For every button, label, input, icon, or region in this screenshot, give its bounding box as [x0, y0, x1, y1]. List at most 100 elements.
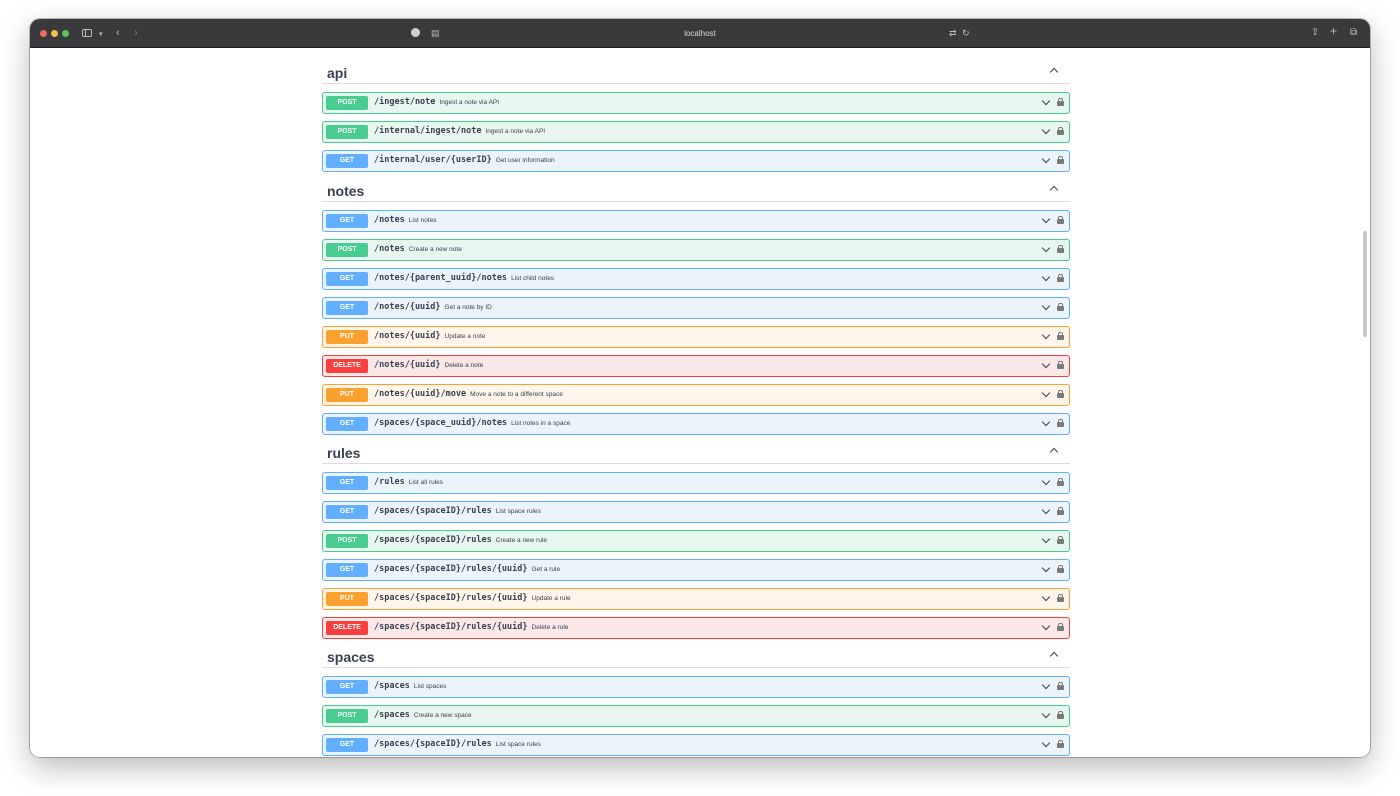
lock-icon[interactable]	[1057, 594, 1064, 602]
operation-row[interactable]: PUT/spaces/{spaceID}/rules/{uuid} Update …	[322, 588, 1070, 610]
operation-path: /rules	[374, 477, 405, 487]
lock-icon[interactable]	[1057, 682, 1064, 690]
lock-icon[interactable]	[1057, 245, 1064, 253]
chevron-down-icon[interactable]	[1042, 127, 1049, 134]
chevron-down-icon[interactable]	[1042, 303, 1049, 310]
operation-row[interactable]: GET/rules List all rules	[322, 472, 1070, 494]
chevron-down-icon[interactable]	[1042, 594, 1049, 601]
operation-summary: Create a new rule	[495, 537, 548, 544]
chevron-down-icon[interactable]	[1042, 623, 1049, 630]
address-bar[interactable]: localhost	[400, 24, 1000, 43]
chevron-down-icon[interactable]	[1042, 274, 1049, 281]
chevron-down-icon[interactable]	[1042, 216, 1049, 223]
operation-row[interactable]: PUT/notes/{uuid}/move Move a note to a di…	[322, 384, 1070, 406]
new-tab-icon[interactable]: +	[1330, 25, 1337, 37]
chevron-down-icon[interactable]	[1042, 332, 1049, 339]
lock-icon[interactable]	[1057, 419, 1064, 427]
method-badge: PUT	[326, 592, 368, 606]
chevron-up-icon[interactable]	[1050, 447, 1058, 455]
operation-row[interactable]: POST/internal/ingest/note Ingest a note v…	[322, 121, 1070, 143]
chevron-up-icon[interactable]	[1050, 67, 1058, 75]
lock-icon[interactable]	[1057, 274, 1064, 282]
chevron-down-icon[interactable]	[1042, 565, 1049, 572]
operation-path: /spaces/{spaceID}/rules	[374, 739, 492, 749]
lock-icon[interactable]	[1057, 127, 1064, 135]
operation-path: /spaces/{spaceID}/rules	[374, 535, 492, 545]
operation-row[interactable]: POST/notes Create a new note	[322, 239, 1070, 261]
page-scrollbar[interactable]	[1363, 231, 1367, 337]
section-header-notes[interactable]: notes	[322, 173, 1070, 202]
chevron-down-icon[interactable]: ▾	[99, 29, 103, 40]
lock-icon[interactable]	[1057, 536, 1064, 544]
operation-path-group: /spaces/{spaceID}/rules List space rules	[374, 506, 541, 516]
operation-path: /internal/user/{userID}	[374, 155, 492, 165]
operation-summary: Get a note by ID	[444, 304, 492, 311]
operation-path-group: /notes/{parent_uuid}/notes List child not…	[374, 273, 554, 283]
lock-icon[interactable]	[1057, 98, 1064, 106]
lock-icon[interactable]	[1057, 332, 1064, 340]
chevron-down-icon[interactable]	[1042, 419, 1049, 426]
chevron-down-icon[interactable]	[1042, 711, 1049, 718]
section-header-spaces[interactable]: spaces	[322, 639, 1070, 668]
lock-icon[interactable]	[1057, 156, 1064, 164]
operation-row[interactable]: PUT/notes/{uuid} Update a note	[322, 326, 1070, 348]
lock-icon[interactable]	[1057, 565, 1064, 573]
lock-icon[interactable]	[1057, 390, 1064, 398]
operation-row[interactable]: GET/spaces/{spaceID}/rules/{uuid} Get a r…	[322, 559, 1070, 581]
lock-icon[interactable]	[1057, 361, 1064, 369]
sidebar-toggle-icon[interactable]	[82, 29, 92, 37]
section-header-api[interactable]: api	[322, 55, 1070, 84]
tab-overview-icon[interactable]: ⧉	[1350, 27, 1357, 38]
operation-row[interactable]: DELETE/notes/{uuid} Delete a note	[322, 355, 1070, 377]
operation-path-group: /spaces List spaces	[374, 681, 446, 691]
operation-row[interactable]: POST/ingest/note Ingest a note via API	[322, 92, 1070, 114]
chevron-down-icon[interactable]	[1042, 682, 1049, 689]
chevron-down-icon[interactable]	[1042, 507, 1049, 514]
operation-row[interactable]: DELETE/spaces/{spaceID}/rules/{uuid} Dele…	[322, 617, 1070, 639]
method-badge: GET	[326, 563, 368, 577]
operation-path-group: /notes/{uuid}/move Move a note to a diffe…	[374, 389, 563, 399]
lock-icon[interactable]	[1057, 478, 1064, 486]
lock-icon[interactable]	[1057, 216, 1064, 224]
chevron-down-icon[interactable]	[1042, 156, 1049, 163]
operation-summary: List spaces	[413, 683, 447, 690]
chevron-down-icon[interactable]	[1042, 478, 1049, 485]
back-icon[interactable]: ‹	[116, 28, 120, 39]
chevron-down-icon[interactable]	[1042, 98, 1049, 105]
chevron-down-icon[interactable]	[1042, 536, 1049, 543]
lock-icon[interactable]	[1057, 623, 1064, 631]
operation-row[interactable]: GET/notes/{uuid} Get a note by ID	[322, 297, 1070, 319]
operation-path: /notes	[374, 244, 405, 254]
chevron-up-icon[interactable]	[1050, 651, 1058, 659]
lock-icon[interactable]	[1057, 303, 1064, 311]
operation-summary: Update a rule	[531, 595, 571, 602]
close-window-button[interactable]	[40, 30, 47, 37]
operation-row[interactable]: GET/notes List notes	[322, 210, 1070, 232]
minimize-window-button[interactable]	[51, 30, 58, 37]
zoom-window-button[interactable]	[62, 30, 69, 37]
chevron-down-icon[interactable]	[1042, 390, 1049, 397]
lock-icon[interactable]	[1057, 740, 1064, 748]
operation-row[interactable]: GET/spaces List spaces	[322, 676, 1070, 698]
chevron-up-icon[interactable]	[1050, 185, 1058, 193]
method-badge: GET	[326, 154, 368, 168]
operation-row[interactable]: POST/spaces Create a new space	[322, 705, 1070, 727]
reload-icon[interactable]: ↻	[962, 28, 970, 39]
lock-icon[interactable]	[1057, 507, 1064, 515]
operation-row[interactable]: POST/spaces/{spaceID}/rules Create a new …	[322, 530, 1070, 552]
chevron-down-icon[interactable]	[1042, 245, 1049, 252]
method-badge: GET	[326, 738, 368, 752]
operation-row[interactable]: GET/spaces/{spaceID}/rules List space rul…	[322, 734, 1070, 756]
forward-icon[interactable]: ›	[134, 28, 138, 39]
operation-row[interactable]: GET/notes/{parent_uuid}/notes List child …	[322, 268, 1070, 290]
operation-row[interactable]: GET/spaces/{spaceID}/rules List space rul…	[322, 501, 1070, 523]
operation-row[interactable]: GET/internal/user/{userID} Get user infor…	[322, 150, 1070, 172]
operation-summary: Create a new space	[413, 712, 472, 719]
lock-icon[interactable]	[1057, 711, 1064, 719]
chevron-down-icon[interactable]	[1042, 361, 1049, 368]
operation-row[interactable]: GET/spaces/{space_uuid}/notes List notes …	[322, 413, 1070, 435]
translate-icon[interactable]: ⇄	[949, 28, 957, 39]
section-header-rules[interactable]: rules	[322, 435, 1070, 464]
share-icon[interactable]: ⇪	[1311, 27, 1319, 38]
chevron-down-icon[interactable]	[1042, 740, 1049, 747]
